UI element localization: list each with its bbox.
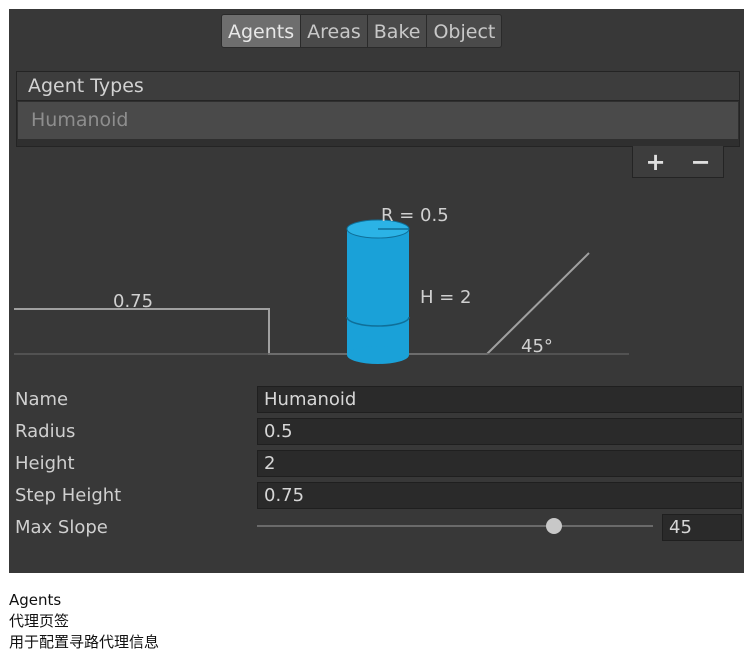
navigation-agents-panel: Agents Areas Bake Object Agent Types Hum… (9, 9, 744, 573)
tab-bar: Agents Areas Bake Object (221, 14, 503, 50)
radius-field[interactable]: 0.5 (257, 418, 742, 445)
agent-cylinder (346, 219, 410, 364)
step-height-label-text: Step Height (15, 485, 122, 506)
tab-areas[interactable]: Areas (301, 14, 368, 48)
tab-object[interactable]: Object (427, 14, 503, 48)
agent-type-item-humanoid[interactable]: Humanoid (18, 102, 738, 139)
tab-bake[interactable]: Bake (367, 14, 428, 48)
slope-angle-label: 45° (521, 336, 553, 357)
tab-agents[interactable]: Agents (221, 14, 302, 48)
max-slope-slider-thumb[interactable] (546, 518, 562, 534)
height-label: H = 2 (420, 287, 472, 308)
step-ground-line (14, 252, 590, 355)
max-slope-slider-track[interactable] (257, 525, 653, 527)
name-field[interactable]: Humanoid (257, 386, 742, 413)
agent-types-list: Humanoid (16, 101, 740, 147)
agent-diagram: R = 0.5 H = 2 0.75 45° (14, 205, 629, 364)
radius-label: R = 0.5 (381, 205, 449, 226)
max-slope-field[interactable]: 45 (662, 514, 742, 541)
agent-types-footer: + − (632, 146, 724, 178)
height-field[interactable]: 2 (257, 450, 742, 477)
max-slope-label: Max Slope (15, 517, 108, 538)
caption-description: 用于配置寻路代理信息 (9, 633, 160, 651)
step-height-field[interactable]: 0.75 (257, 482, 742, 509)
agent-types-header: Agent Types (16, 71, 740, 101)
name-label: Name (15, 389, 69, 410)
add-agent-type-button[interactable]: + (645, 150, 665, 174)
cylinder-bottom (347, 346, 409, 364)
remove-agent-type-button[interactable]: − (690, 150, 710, 174)
height-label-text: Height (15, 453, 75, 474)
caption-subtitle: 代理页签 (9, 612, 70, 630)
radius-label-text: Radius (15, 421, 76, 442)
caption-title: Agents (9, 591, 62, 609)
step-height-label: 0.75 (113, 291, 153, 312)
cylinder-body (347, 229, 409, 355)
